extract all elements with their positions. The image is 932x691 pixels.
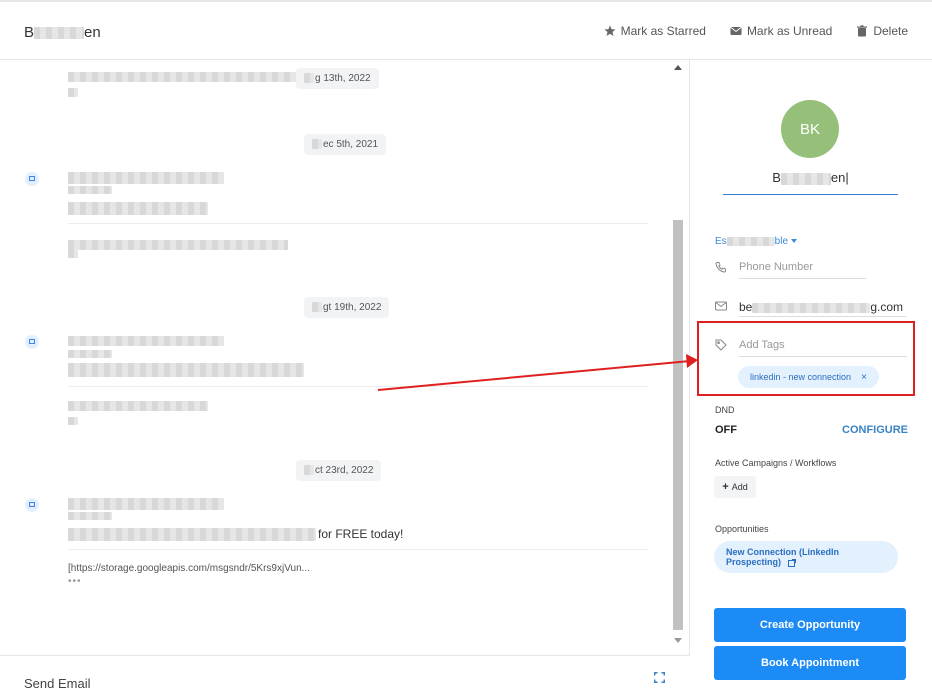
caret-down-icon	[791, 239, 798, 244]
conversation-header: Ben Mark as Starred Mark as Unread Delet…	[0, 0, 932, 60]
redacted-text	[68, 250, 78, 258]
contact-name: Ben	[24, 24, 101, 41]
owner-dropdown[interactable]: Es ble	[715, 236, 798, 247]
divider	[68, 223, 648, 224]
avatar: BK	[781, 100, 839, 158]
add-campaign-label: Add	[731, 482, 748, 492]
phone-field[interactable]: Phone Number	[739, 261, 813, 273]
mark-starred-button[interactable]: Mark as Starred	[604, 24, 706, 38]
redacted-text	[68, 350, 112, 358]
dnd-status: OFF	[715, 424, 737, 436]
contact-name-prefix: B	[24, 24, 35, 41]
send-email-tab[interactable]: Send Email	[24, 676, 90, 691]
email-message-icon	[25, 335, 39, 349]
scroll-down-arrow-icon[interactable]	[674, 638, 682, 643]
owner-suffix: ble	[774, 236, 789, 247]
opportunity-label: New Connection (LinkedIn Prospecting)	[726, 547, 840, 567]
create-opportunity-button[interactable]: Create Opportunity	[714, 608, 906, 642]
redacted-text	[304, 73, 314, 84]
redacted-text	[304, 465, 314, 476]
contact-name-prefix: B	[772, 170, 781, 185]
date-text: ct 23rd, 2022	[315, 465, 374, 476]
header-actions: Mark as Starred Mark as Unread Delete	[604, 24, 908, 38]
message-text: for FREE today!	[318, 527, 404, 541]
date-separator: ec 5th, 2021	[304, 134, 387, 155]
phone-icon	[715, 262, 726, 273]
mark-starred-label: Mark as Starred	[620, 24, 706, 38]
email-prefix: be	[739, 300, 753, 314]
external-link-icon[interactable]	[787, 558, 796, 567]
date-text: gt 19th, 2022	[323, 302, 382, 313]
delete-button[interactable]: Delete	[856, 24, 908, 38]
email-field[interactable]: be g.com	[739, 300, 903, 314]
date-separator: gt 19th, 2022	[304, 297, 390, 318]
add-campaign-button[interactable]: + Add	[714, 476, 756, 498]
contact-name-suffix: en	[84, 24, 101, 41]
mark-unread-button[interactable]: Mark as Unread	[730, 24, 832, 38]
opportunities-label: Opportunities	[715, 524, 769, 534]
email-message-icon	[25, 498, 39, 512]
redacted-text	[68, 401, 208, 411]
email-message-icon	[25, 172, 39, 186]
conversation-pane[interactable]: g 13th, 2022 ec 5th, 2021 gt 19th, 2022 …	[0, 60, 690, 655]
envelope-icon	[730, 27, 742, 35]
redacted-text	[68, 88, 78, 97]
redacted-text	[68, 528, 316, 541]
owner-prefix: Es	[715, 236, 727, 247]
date-separator: g 13th, 2022	[296, 68, 379, 89]
redacted-text	[726, 236, 775, 246]
redacted-text	[68, 240, 288, 250]
envelope-icon	[715, 301, 727, 311]
email-suffix: g.com	[870, 300, 904, 314]
configure-dnd-button[interactable]: CONFIGURE	[842, 424, 908, 436]
star-icon	[604, 25, 616, 36]
book-appointment-button[interactable]: Book Appointment	[714, 646, 906, 680]
divider	[68, 549, 648, 550]
contact-name-input[interactable]: Ben|	[723, 170, 898, 195]
show-more-dots[interactable]: •••	[68, 576, 82, 587]
redacted-text	[68, 202, 208, 215]
redacted-text	[780, 172, 831, 185]
date-separator: ct 23rd, 2022	[296, 460, 382, 481]
redacted-text	[68, 512, 112, 520]
contact-name-suffix: en	[830, 170, 846, 185]
composer-divider	[0, 655, 690, 656]
redacted-text	[752, 302, 871, 313]
date-text: g 13th, 2022	[315, 73, 371, 84]
date-text: ec 5th, 2021	[323, 139, 379, 150]
opportunity-chip[interactable]: New Connection (LinkedIn Prospecting)	[714, 541, 898, 573]
redacted-text	[68, 186, 112, 194]
conversation-scrollbar[interactable]	[671, 60, 685, 645]
trash-icon	[857, 25, 868, 37]
highlight-box	[697, 321, 915, 396]
redacted-text	[68, 363, 304, 377]
redacted-text	[68, 172, 224, 184]
mark-unread-label: Mark as Unread	[746, 24, 833, 38]
expand-icon[interactable]	[654, 672, 665, 683]
redacted-text	[312, 139, 322, 150]
redacted-text	[312, 302, 322, 313]
scroll-thumb[interactable]	[673, 220, 683, 630]
dnd-label: DND	[715, 405, 735, 415]
email-field-underline	[739, 316, 906, 317]
divider	[68, 386, 648, 387]
redacted-text	[68, 417, 78, 425]
scroll-up-arrow-icon[interactable]	[674, 65, 682, 70]
redacted-text	[68, 72, 296, 82]
message-link[interactable]: [https://storage.googleapis.com/msgsndr/…	[68, 563, 310, 574]
redacted-text	[34, 27, 85, 40]
redacted-text	[68, 498, 224, 510]
redacted-text	[68, 336, 224, 346]
delete-label: Delete	[873, 24, 908, 38]
phone-field-underline	[739, 278, 866, 279]
campaigns-label: Active Campaigns / Workflows	[715, 458, 837, 468]
plus-icon: +	[722, 481, 729, 493]
